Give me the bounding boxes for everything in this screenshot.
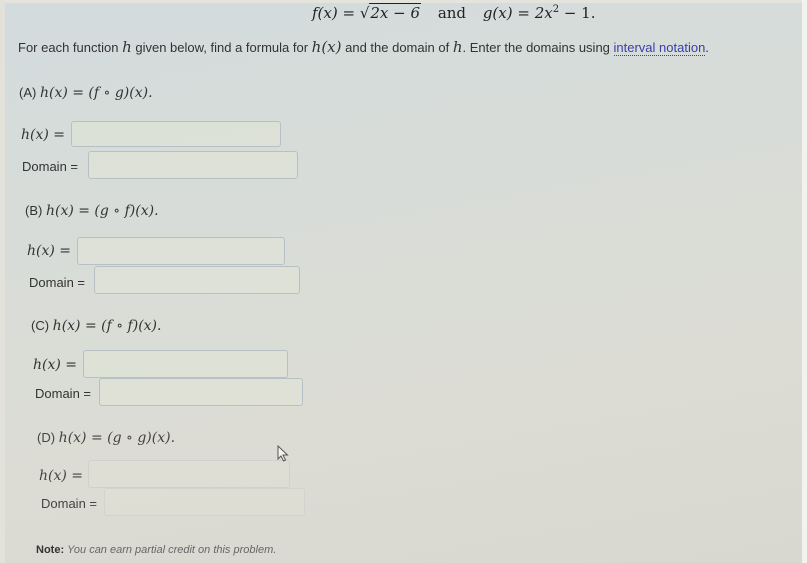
part-d-hx-input[interactable] bbox=[88, 460, 290, 488]
part-a-domain-input[interactable] bbox=[88, 151, 298, 179]
function-definitions: f(x) = √2x − 6 and g(x) = 2x2 − 1. bbox=[312, 3, 596, 22]
and-connector: and bbox=[437, 4, 467, 22]
intro-text-2: given below, find a formula for bbox=[131, 40, 312, 55]
intro-period: . bbox=[705, 40, 709, 55]
part-d-hx-row: h(x) = bbox=[39, 468, 83, 484]
part-c-domain-row: Domain = bbox=[35, 386, 91, 401]
note-label: Note: bbox=[36, 544, 65, 556]
part-d-hx-label: h(x) = bbox=[39, 468, 84, 484]
part-d-formula: h(x) = (g ∘ g)(x). bbox=[58, 430, 176, 446]
hx-symbol: h(x) bbox=[311, 38, 342, 56]
part-d-domain-row: Domain = bbox=[41, 496, 97, 511]
part-c-hx-row: h(x) = bbox=[33, 357, 77, 373]
part-b-domain-row: Domain = bbox=[29, 275, 85, 290]
part-c-hx-input[interactable] bbox=[83, 350, 288, 378]
part-d-domain-input[interactable] bbox=[104, 488, 305, 516]
note: Note: You can earn partial credit on thi… bbox=[36, 544, 276, 556]
part-a-label: (A) bbox=[19, 85, 37, 100]
part-a-formula: h(x) = (f ∘ g)(x). bbox=[39, 85, 153, 101]
h-symbol: h bbox=[122, 38, 132, 56]
screen-left-edge bbox=[0, 0, 5, 563]
sqrt-expression: √2x − 6 bbox=[359, 3, 422, 22]
part-d-label: (D) bbox=[37, 430, 56, 445]
part-b-domain-label: Domain = bbox=[29, 275, 85, 290]
part-b-hx-input[interactable] bbox=[77, 237, 285, 265]
f-radicand: 2x − 6 bbox=[369, 3, 422, 22]
g-definition-tail: − 1. bbox=[559, 4, 596, 22]
sqrt-sign: √ bbox=[359, 4, 370, 22]
part-c-domain-input[interactable] bbox=[99, 378, 303, 406]
part-c-label: (C) bbox=[31, 318, 50, 333]
part-b-hx-label: h(x) = bbox=[27, 243, 72, 259]
part-b-hx-row: h(x) = bbox=[27, 243, 71, 259]
intro-text-4: . Enter the domains using bbox=[462, 40, 614, 55]
instructions: For each function h given below, find a … bbox=[18, 38, 709, 56]
interval-notation-link[interactable]: interval notation bbox=[613, 40, 706, 56]
note-text: You can earn partial credit on this prob… bbox=[67, 544, 277, 556]
part-b-domain-input[interactable] bbox=[94, 266, 300, 294]
part-a-domain-label: Domain = bbox=[22, 159, 78, 174]
part-a-hx-row: h(x) = bbox=[21, 127, 65, 143]
f-definition-lhs: f(x) = bbox=[312, 4, 360, 22]
part-c-title: (C) h(x) = (f ∘ f)(x). bbox=[31, 318, 161, 334]
part-a-hx-input[interactable] bbox=[71, 121, 281, 147]
part-c-formula: h(x) = (f ∘ f)(x). bbox=[52, 318, 162, 334]
screen-right-edge bbox=[802, 0, 807, 563]
part-c-hx-label: h(x) = bbox=[33, 357, 78, 373]
g-definition: g(x) = 2x bbox=[482, 4, 553, 22]
part-a-title: (A) h(x) = (f ∘ g)(x). bbox=[19, 85, 153, 101]
part-c-domain-label: Domain = bbox=[35, 386, 91, 401]
part-a-domain-row: Domain = bbox=[22, 159, 78, 174]
part-d-title: (D) h(x) = (g ∘ g)(x). bbox=[37, 430, 175, 446]
part-a-hx-label: h(x) = bbox=[21, 127, 66, 143]
mouse-cursor-icon bbox=[277, 445, 289, 462]
part-b-label: (B) bbox=[25, 203, 43, 218]
part-b-formula: h(x) = (g ∘ f)(x). bbox=[45, 203, 159, 219]
part-b-title: (B) h(x) = (g ∘ f)(x). bbox=[25, 203, 159, 219]
intro-text-3: and the domain of bbox=[341, 40, 453, 55]
part-d-domain-label: Domain = bbox=[41, 496, 97, 511]
intro-text-1: For each function bbox=[18, 40, 123, 55]
